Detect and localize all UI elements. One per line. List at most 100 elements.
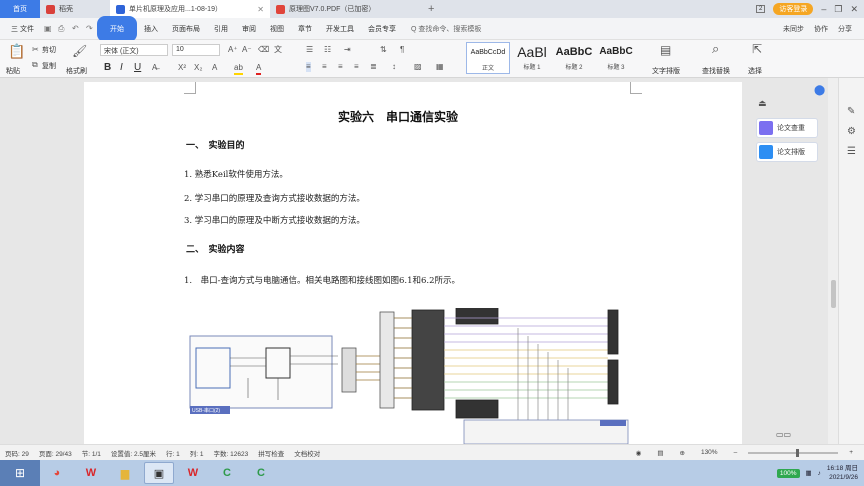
copy-icon[interactable]: ⧉ bbox=[32, 60, 38, 70]
document-page[interactable]: 实验六 串口通信实验 一、 实验目的 1. 熟悉Keil软件使用方法。 2. 学… bbox=[84, 82, 742, 444]
find-replace-label[interactable]: 查找替换 bbox=[702, 66, 730, 76]
close-window-button[interactable]: ✕ bbox=[850, 4, 858, 15]
tab-pdf[interactable]: 原理图V7.0.PDF（已加密） bbox=[270, 0, 420, 18]
zoom-out-icon[interactable]: – bbox=[729, 449, 743, 456]
shrink-font-icon[interactable]: A⁻ bbox=[242, 45, 252, 55]
battery-indicator[interactable]: 100% bbox=[776, 468, 800, 478]
badge-count[interactable]: 2 bbox=[756, 5, 766, 13]
clear-format-icon[interactable]: ⌫ bbox=[258, 45, 269, 55]
browser-icon[interactable]: ◕ bbox=[42, 462, 72, 484]
menu-vip[interactable]: 会员专享 bbox=[361, 24, 403, 34]
web-view-icon[interactable]: ⊕ bbox=[675, 449, 690, 457]
app-c2-icon[interactable]: C bbox=[246, 462, 276, 484]
menu-view[interactable]: 视图 bbox=[263, 24, 291, 34]
sort-icon[interactable]: ⇅ bbox=[380, 45, 387, 55]
doc-proofread-button[interactable]: 文档校对 bbox=[289, 448, 325, 458]
strikethrough-icon[interactable]: A̶ bbox=[152, 63, 157, 73]
status-page[interactable]: 页码: 29 bbox=[0, 448, 34, 458]
clock[interactable]: 16:18 周日 2021/9/26 bbox=[827, 464, 858, 482]
style-heading-2[interactable]: AaBbC 标题 2 bbox=[552, 42, 596, 74]
menu-developer[interactable]: 开发工具 bbox=[319, 24, 361, 34]
superscript-icon[interactable]: X² bbox=[178, 63, 186, 73]
location-pin-icon[interactable]: ⬤ bbox=[814, 86, 825, 96]
wps-doc-icon[interactable]: W bbox=[178, 462, 208, 484]
style-heading-1[interactable]: AaBl 标题 1 bbox=[510, 42, 554, 74]
folder-icon[interactable]: ▆ bbox=[110, 462, 140, 484]
app-window-icon[interactable]: ▣ bbox=[144, 462, 174, 484]
undo-icon[interactable]: ↶ bbox=[72, 24, 80, 33]
highlight-icon[interactable]: ab bbox=[234, 63, 243, 75]
line-spacing-icon[interactable]: ↕ bbox=[392, 62, 396, 72]
text-layout-icon[interactable]: ▤ bbox=[660, 44, 671, 56]
grow-font-icon[interactable]: A⁺ bbox=[228, 45, 238, 55]
menu-reference[interactable]: 引用 bbox=[207, 24, 235, 34]
menu-page-layout[interactable]: 页面布局 bbox=[165, 24, 207, 34]
command-search[interactable]: Q 查找命令、搜索模板 bbox=[411, 24, 481, 34]
underline-button[interactable]: U bbox=[134, 62, 141, 73]
wps-icon[interactable]: W bbox=[76, 462, 106, 484]
home-tab[interactable]: 首页 bbox=[0, 0, 40, 18]
shading-icon[interactable]: ▨ bbox=[414, 62, 422, 72]
align-right-icon[interactable]: ≡ bbox=[338, 62, 343, 72]
page-nav-icon[interactable]: ▭▭ bbox=[776, 430, 791, 440]
format-painter-label[interactable]: 格式刷 bbox=[66, 66, 87, 76]
maximize-button[interactable]: ❐ bbox=[834, 4, 842, 15]
app-c-icon[interactable]: C bbox=[212, 462, 242, 484]
vertical-scrollbar[interactable] bbox=[828, 78, 838, 444]
tab-document[interactable]: 单片机原理及应用...1-08-19） ✕ bbox=[110, 0, 270, 18]
login-button[interactable]: 访客登录 bbox=[773, 3, 814, 15]
font-color-icon[interactable]: A bbox=[256, 63, 262, 75]
print-icon[interactable]: ⎙ bbox=[58, 24, 66, 33]
status-wordcount[interactable]: 字数: 12623 bbox=[209, 448, 254, 458]
indent-icon[interactable]: ⇥ bbox=[344, 45, 351, 55]
select-label[interactable]: 选择 bbox=[748, 66, 762, 76]
menu-start[interactable]: 开始 bbox=[96, 15, 137, 42]
justify-icon[interactable]: ≡ bbox=[354, 62, 359, 72]
bold-button[interactable]: B bbox=[104, 62, 111, 73]
zoom-slider[interactable] bbox=[748, 448, 839, 457]
menu-file[interactable]: 三 文件 bbox=[4, 24, 41, 34]
style-heading-3[interactable]: AaBbC 标题 3 bbox=[594, 42, 638, 74]
redo-icon[interactable]: ↷ bbox=[86, 24, 94, 33]
pinyin-icon[interactable]: 文 bbox=[274, 45, 282, 55]
menu-review[interactable]: 审阅 bbox=[235, 24, 263, 34]
border-icon[interactable]: ▦ bbox=[436, 62, 444, 72]
zoom-slider-knob[interactable] bbox=[796, 448, 800, 457]
tab-docer[interactable]: 稻壳 bbox=[40, 0, 110, 18]
pen-icon[interactable]: ✎ bbox=[847, 106, 855, 117]
font-family-select[interactable]: 宋体 (正文) bbox=[100, 44, 168, 56]
cut-label[interactable]: 剪切 bbox=[42, 45, 56, 55]
scroll-thumb[interactable] bbox=[831, 280, 836, 308]
bullet-list-icon[interactable]: ☰ bbox=[306, 45, 313, 55]
status-pages[interactable]: 页面: 29/43 bbox=[34, 448, 77, 458]
zoom-value[interactable]: 130% bbox=[696, 449, 723, 456]
close-tab-icon[interactable]: ✕ bbox=[257, 5, 264, 14]
collapse-panel-icon[interactable]: ⏏ bbox=[758, 98, 767, 108]
style-normal[interactable]: AaBbCcDd 正文 bbox=[466, 42, 510, 74]
menu-insert[interactable]: 插入 bbox=[137, 24, 165, 34]
share-button[interactable]: 分享 bbox=[838, 24, 852, 34]
menu-chapter[interactable]: 章节 bbox=[291, 24, 319, 34]
save-icon[interactable]: ▣ bbox=[44, 24, 52, 33]
collaborate-button[interactable]: 协作 bbox=[814, 24, 828, 34]
minimize-button[interactable]: – bbox=[821, 4, 826, 14]
adjust-icon[interactable]: ⚙ bbox=[847, 126, 856, 137]
find-replace-icon[interactable]: ⌕ bbox=[712, 42, 719, 55]
text-effect-icon[interactable]: A bbox=[212, 63, 217, 73]
number-list-icon[interactable]: ☷ bbox=[324, 45, 331, 55]
text-layout-label[interactable]: 文字排版 bbox=[652, 66, 680, 76]
sync-status[interactable]: 未同步 bbox=[783, 24, 804, 34]
eye-icon[interactable]: ◉ bbox=[631, 449, 647, 457]
italic-button[interactable]: I bbox=[120, 62, 123, 73]
select-icon[interactable]: ⇱ bbox=[752, 43, 762, 55]
spell-check-button[interactable]: 拼写检查 bbox=[253, 448, 289, 458]
network-icon[interactable]: ▦ bbox=[806, 469, 812, 477]
align-center-icon[interactable]: ≡ bbox=[322, 62, 327, 72]
new-tab-icon[interactable]: + bbox=[420, 3, 442, 15]
format-painter-icon[interactable]: 🖌 bbox=[72, 45, 87, 57]
start-button[interactable]: ⊞ bbox=[0, 460, 40, 486]
page-view-icon[interactable]: ▤ bbox=[652, 449, 668, 457]
volume-icon[interactable]: ♪ bbox=[818, 470, 821, 477]
subscript-icon[interactable]: X₂ bbox=[194, 63, 202, 73]
distribute-icon[interactable]: ≣ bbox=[370, 62, 377, 72]
